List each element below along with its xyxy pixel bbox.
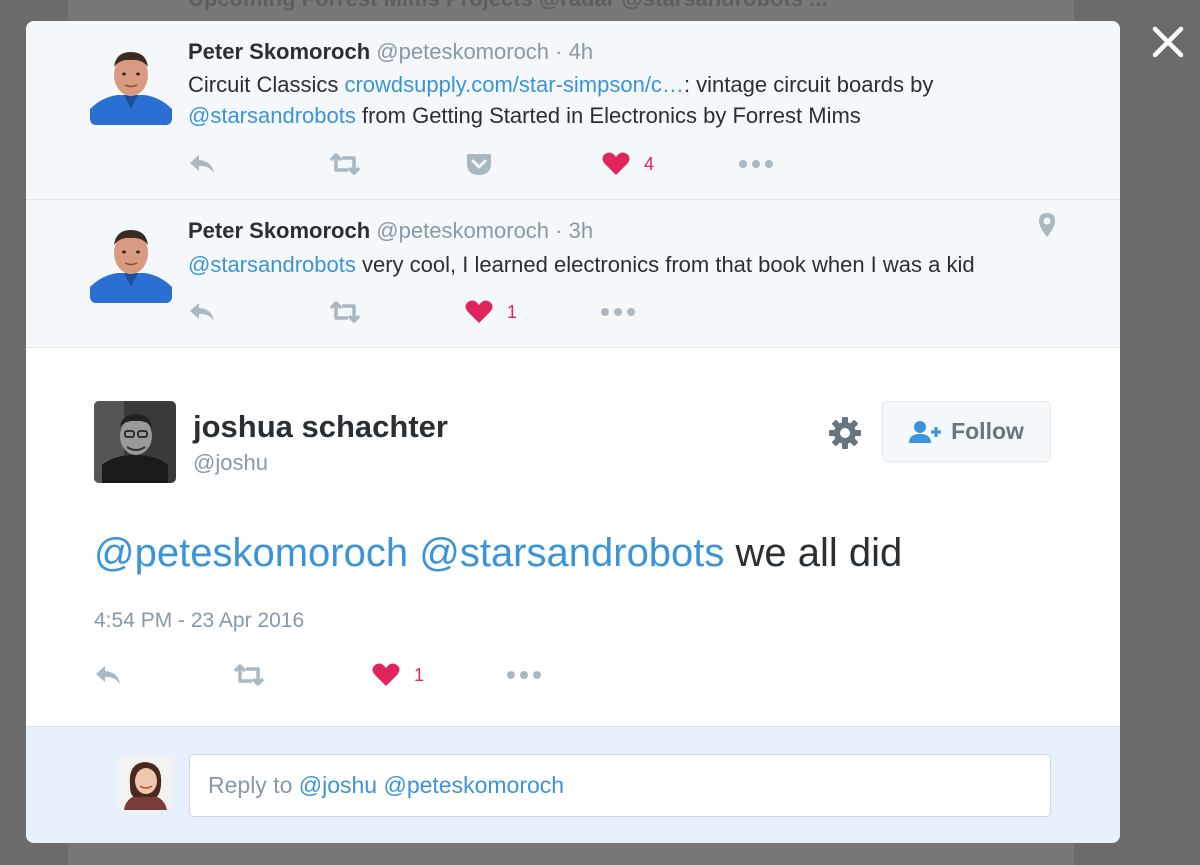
tweet-header: Peter Skomoroch @peteskomoroch · 4h <box>188 39 593 65</box>
ancestor-tweet[interactable]: Peter Skomoroch @peteskomoroch · 3h @sta… <box>26 200 1120 348</box>
follow-label: Follow <box>951 418 1024 444</box>
retweet-icon[interactable] <box>328 149 362 179</box>
heart-icon <box>602 152 630 175</box>
tweet-permalink-modal: Peter Skomoroch @peteskomoroch · 4h Circ… <box>26 21 1120 843</box>
main-tweet: joshua schachter @joshu Follow @peteskom… <box>26 348 1120 726</box>
heart-icon <box>465 300 493 323</box>
mention-link[interactable]: @starsandrobots <box>188 252 356 277</box>
reply-input[interactable]: Reply to @joshu @peteskomoroch <box>189 754 1051 817</box>
text-segment: Circuit Classics <box>188 72 345 97</box>
mention-link[interactable]: @starsandrobots <box>419 531 724 575</box>
heart-icon <box>372 663 400 686</box>
text-segment: we all did <box>724 531 903 575</box>
like-button[interactable]: 1 <box>465 297 517 327</box>
reply-icon[interactable] <box>188 297 218 327</box>
avatar <box>118 755 173 810</box>
retweet-icon[interactable] <box>232 660 266 690</box>
retweet-icon[interactable] <box>328 297 362 327</box>
like-count: 4 <box>644 153 655 174</box>
gear-icon[interactable] <box>828 416 862 455</box>
reply-icon[interactable] <box>188 149 218 179</box>
user-name[interactable]: Peter Skomoroch <box>188 39 370 64</box>
text-segment <box>408 531 419 575</box>
ancestor-tweet[interactable]: Peter Skomoroch @peteskomoroch · 4h Circ… <box>26 21 1120 200</box>
background-tweet-text: Upcoming Forrest Mims Projects @radar @s… <box>188 0 828 12</box>
separator: · <box>555 39 563 64</box>
user-handle[interactable]: @peteskomoroch <box>376 39 549 64</box>
like-button[interactable]: 1 <box>372 660 424 690</box>
user-handle[interactable]: @peteskomoroch <box>376 218 549 243</box>
add-user-icon <box>909 420 942 443</box>
avatar[interactable] <box>90 43 172 125</box>
more-icon[interactable] <box>506 660 542 690</box>
reply-area: Reply to @joshu @peteskomoroch <box>26 726 1120 843</box>
text-segment: very cool, I learned electronics from th… <box>355 252 975 277</box>
text-segment: from Getting Started in Electronics by F… <box>355 103 861 128</box>
like-count: 1 <box>414 664 425 685</box>
close-icon[interactable] <box>1150 24 1186 60</box>
tweet-text: @starsandrobots very cool, I learned ele… <box>188 249 1068 280</box>
mention-link[interactable]: @starsandrobots <box>188 103 356 128</box>
tweet-time[interactable]: 3h <box>569 218 593 243</box>
text-segment: : vintage circuit boards by <box>683 72 934 97</box>
user-name[interactable]: Peter Skomoroch <box>188 218 370 243</box>
pocket-icon[interactable] <box>465 149 493 179</box>
user-name[interactable]: joshua schachter <box>193 409 448 445</box>
separator: · <box>555 218 563 243</box>
url-link[interactable]: crowdsupply.com/star-simpson/c… <box>344 72 683 97</box>
mention-link[interactable]: @peteskomoroch <box>94 531 408 575</box>
more-icon[interactable] <box>738 149 774 179</box>
avatar[interactable] <box>90 221 172 303</box>
like-count: 1 <box>507 301 518 322</box>
location-icon[interactable] <box>1038 212 1056 243</box>
reply-icon[interactable] <box>94 660 124 690</box>
like-button[interactable]: 4 <box>602 149 654 179</box>
tweet-time[interactable]: 4h <box>569 39 593 64</box>
avatar[interactable] <box>94 401 176 483</box>
reply-mentions: @joshu @peteskomoroch <box>298 772 565 798</box>
tweet-header: Peter Skomoroch @peteskomoroch · 3h <box>188 218 593 244</box>
more-icon[interactable] <box>600 297 636 327</box>
reply-prefix: Reply to <box>208 772 299 798</box>
user-handle[interactable]: @joshu <box>193 450 268 476</box>
follow-button[interactable]: Follow <box>882 401 1051 462</box>
tweet-timestamp[interactable]: 4:54 PM - 23 Apr 2016 <box>94 609 304 633</box>
tweet-text: @peteskomoroch @starsandrobots we all di… <box>94 531 902 576</box>
tweet-text: Circuit Classics crowdsupply.com/star-si… <box>188 69 1068 131</box>
